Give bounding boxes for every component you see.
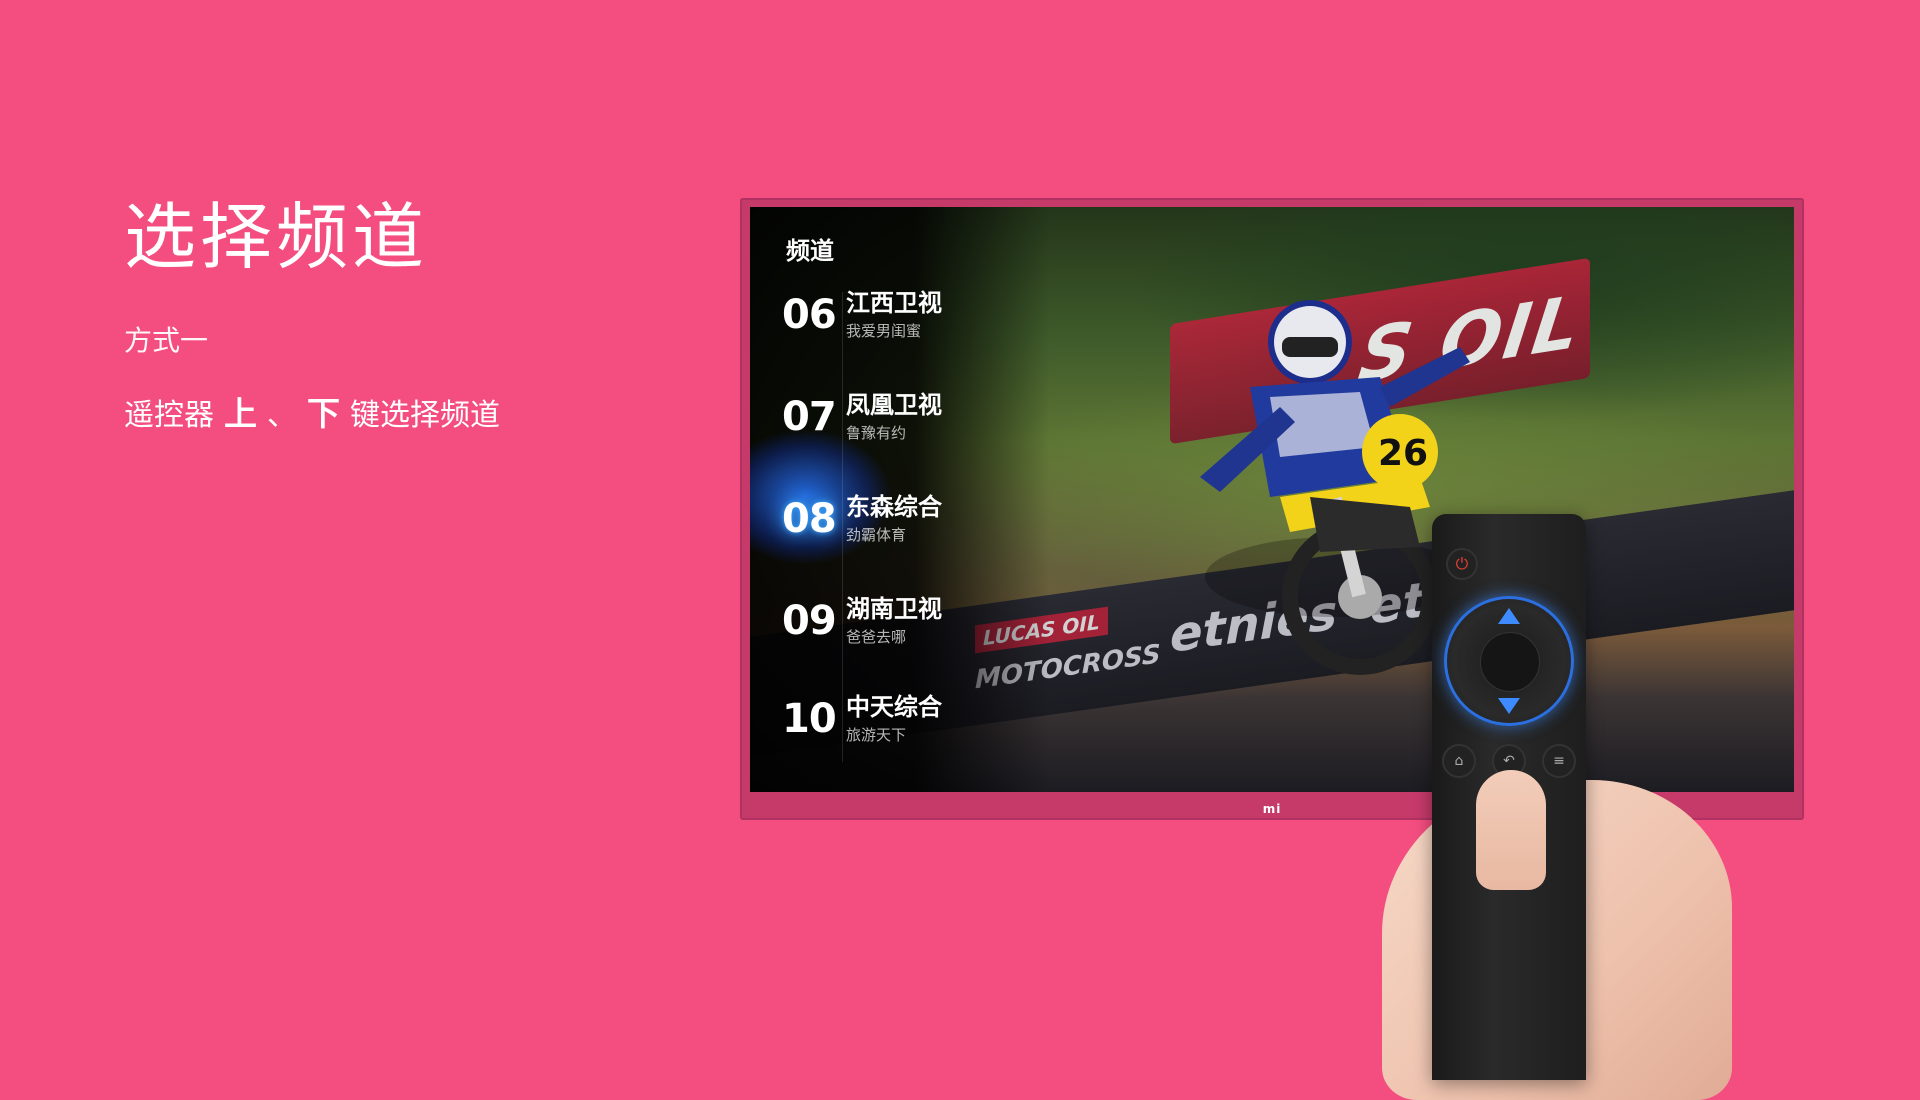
- channel-program: 劲霸体育: [846, 526, 907, 545]
- page-title: 选择频道: [124, 195, 429, 279]
- channel-name: 凤凰卫视: [846, 390, 942, 419]
- channel-number: 08: [782, 496, 837, 542]
- thumb-image: [1476, 770, 1546, 890]
- instruction-text: 遥控器 上 、 下 键选择频道: [124, 387, 500, 435]
- channel-name: 东森综合: [846, 492, 942, 521]
- instruction-suffix: 键选择频道: [350, 398, 500, 434]
- tv-screen: S OIL etnies LUCAS OIL MOTOCROSS etnies …: [750, 207, 1794, 792]
- channel-number: 10: [782, 696, 837, 742]
- channel-item[interactable]: 09 湖南卫视 爸爸去哪: [782, 581, 942, 661]
- key-down-label: 下: [307, 394, 340, 434]
- menu-icon: ≡: [1553, 753, 1565, 769]
- channel-program: 鲁豫有约: [846, 424, 907, 443]
- channel-number: 06: [782, 292, 837, 338]
- svg-text:26: 26: [1378, 433, 1428, 474]
- channel-name: 中天综合: [846, 692, 942, 721]
- power-icon: ⏻: [1455, 554, 1469, 573]
- channel-item[interactable]: 10 中天综合 旅游天下: [782, 679, 942, 759]
- intro-section: 选择频道 方式一 遥控器 上 、 下 键选择频道: [124, 195, 500, 435]
- channel-program: 爸爸去哪: [846, 628, 907, 647]
- channel-item-selected[interactable]: 08 东森综合 劲霸体育: [782, 479, 942, 559]
- instruction-separator: 、: [267, 398, 297, 434]
- home-button[interactable]: ⌂: [1442, 744, 1476, 778]
- home-icon: ⌂: [1454, 753, 1464, 769]
- power-button[interactable]: ⏻: [1446, 548, 1478, 580]
- channel-list-overlay: 频道 06 江西卫视 我爱男闺蜜 07 凤凰卫视 鲁豫有约 08 东森综合 劲霸…: [750, 207, 1050, 792]
- mi-logo: mi: [1262, 802, 1282, 816]
- key-up-label: 上: [224, 394, 257, 434]
- channel-name: 湖南卫视: [846, 594, 942, 623]
- dpad-down-icon[interactable]: [1498, 698, 1520, 714]
- dpad[interactable]: [1444, 596, 1574, 726]
- channel-program: 我爱男闺蜜: [846, 322, 922, 341]
- channel-program: 旅游天下: [846, 726, 907, 745]
- menu-button[interactable]: ≡: [1542, 744, 1576, 778]
- method-label: 方式一: [124, 324, 209, 358]
- channel-number: 07: [782, 394, 837, 440]
- channel-name: 江西卫视: [846, 288, 942, 317]
- channel-item[interactable]: 06 江西卫视 我爱男闺蜜: [782, 275, 942, 355]
- tv-frame: S OIL etnies LUCAS OIL MOTOCROSS etnies …: [740, 198, 1804, 820]
- dpad-ok-button[interactable]: [1480, 632, 1540, 692]
- channel-item[interactable]: 07 凤凰卫视 鲁豫有约: [782, 377, 942, 457]
- channel-number: 09: [782, 598, 837, 644]
- instruction-prefix: 遥控器: [124, 398, 214, 434]
- channel-list-heading: 频道: [786, 237, 834, 265]
- dpad-up-icon[interactable]: [1498, 608, 1520, 624]
- back-icon: ↶: [1503, 753, 1515, 769]
